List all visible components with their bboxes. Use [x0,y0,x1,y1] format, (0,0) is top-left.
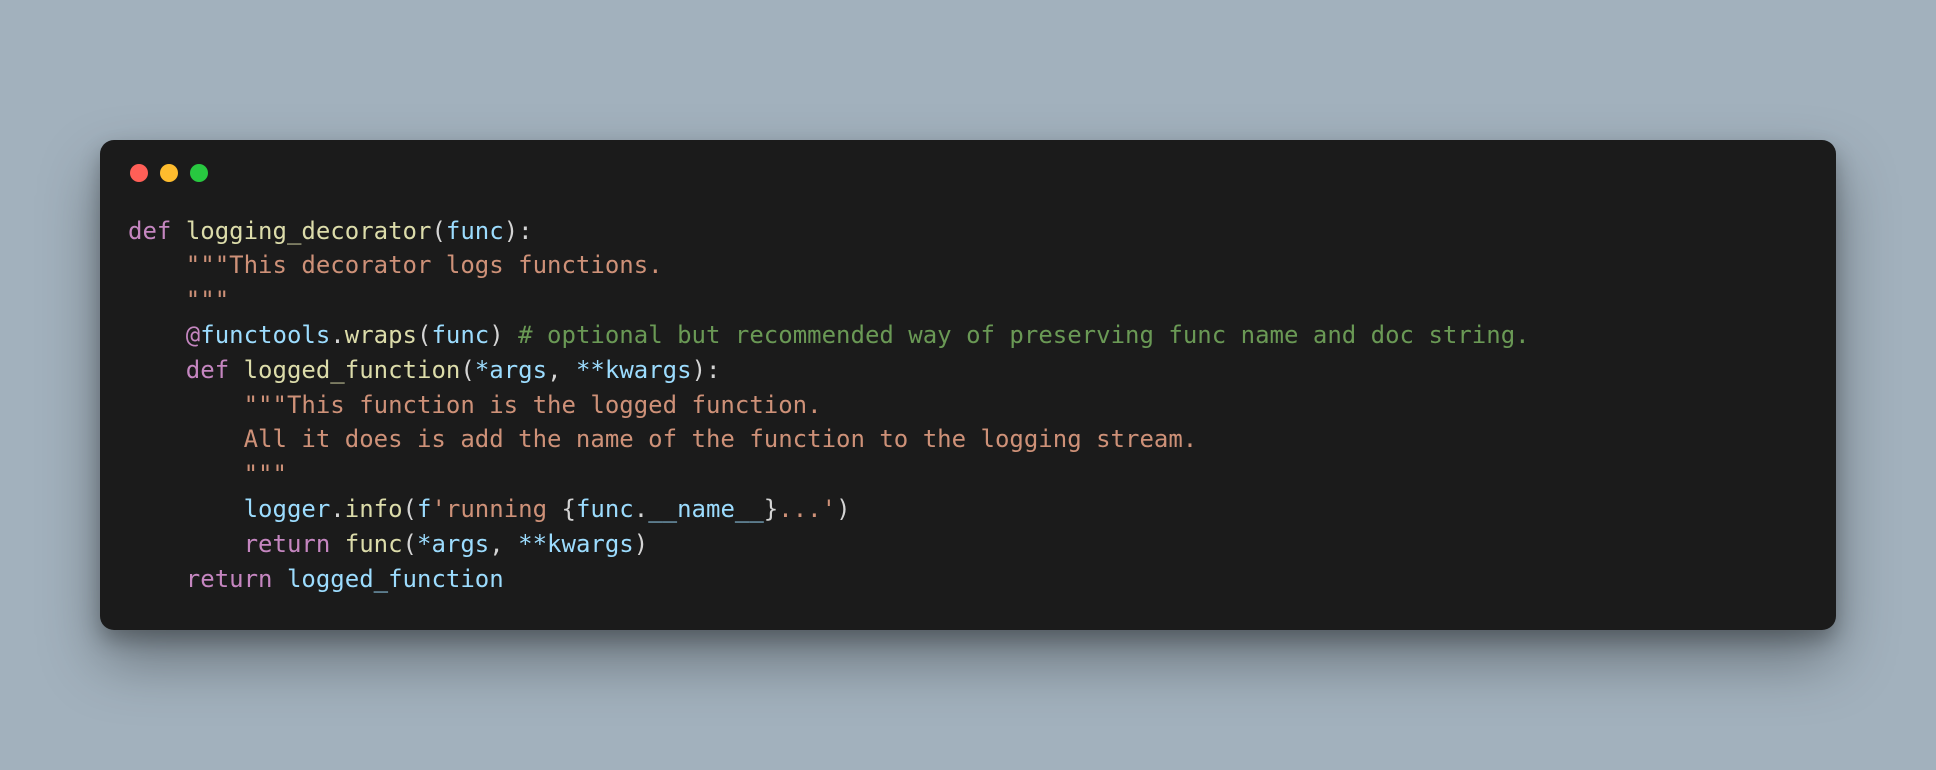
decorator-wraps: wraps [345,321,417,349]
code-line-8: """ [128,460,287,488]
method-info: info [345,495,403,523]
paren-close: ) [634,530,648,558]
paren-open: ( [417,321,431,349]
fstring-expr-attr: __name__ [648,495,764,523]
stage: def logging_decorator(func): """This dec… [0,0,1936,770]
code-line-11: return logged_function [128,565,504,593]
docstring: """This decorator logs functions. [186,251,663,279]
star-args: *args [417,530,489,558]
string-close: ' [822,495,836,523]
fstring-expr-obj: func [576,495,634,523]
string-open: ' [431,495,445,523]
dot: . [330,495,344,523]
code-line-9: logger.info(f'running {func.__name__}...… [128,495,851,523]
star-kwargs: **kwargs [576,356,692,384]
code-line-4: @functools.wraps(func) # optional but re… [128,321,1530,349]
keyword-def: def [186,356,229,384]
comma: , [547,356,576,384]
code-window: def logging_decorator(func): """This dec… [100,140,1836,631]
code-block: def logging_decorator(func): """This dec… [128,214,1808,597]
keyword-return: return [244,530,331,558]
code-line-6: """This function is the logged function. [128,391,822,419]
docstring: All it does is add the name of the funct… [244,425,1198,453]
code-line-3: """ [128,286,229,314]
function-name: logged_function [244,356,461,384]
brace-open: { [562,495,576,523]
paren-close: ) [836,495,850,523]
paren-close-colon: ): [692,356,721,384]
docstring-close: """ [186,286,229,314]
comma: , [489,530,518,558]
star-args: *args [475,356,547,384]
paren-open: ( [403,530,417,558]
f-prefix: f [417,495,431,523]
docstring-close: """ [244,460,287,488]
minimize-icon[interactable] [160,164,178,182]
comment: # optional but recommended way of preser… [518,321,1529,349]
paren-close-colon: ): [504,217,533,245]
paren-close: ) [489,321,503,349]
decorator-at: @ [186,321,200,349]
call-func: func [345,530,403,558]
code-line-7: All it does is add the name of the funct… [128,425,1197,453]
decorator-module: functools [200,321,330,349]
code-line-2: """This decorator logs functions. [128,251,663,279]
code-line-5: def logged_function(*args, **kwargs): [128,356,720,384]
ident-logged-function: logged_function [287,565,504,593]
function-name: logging_decorator [186,217,432,245]
keyword-return: return [186,565,273,593]
paren-open: ( [403,495,417,523]
star-kwargs: **kwargs [518,530,634,558]
docstring: """This function is the logged function. [244,391,822,419]
dot: . [330,321,344,349]
keyword-def: def [128,217,171,245]
dot: . [634,495,648,523]
paren-open: ( [431,217,445,245]
paren-open: ( [460,356,474,384]
decorator-arg: func [431,321,489,349]
code-line-10: return func(*args, **kwargs) [128,530,648,558]
window-titlebar [128,164,1808,182]
close-icon[interactable] [130,164,148,182]
code-line-1: def logging_decorator(func): [128,217,533,245]
brace-close: } [764,495,778,523]
param-func: func [446,217,504,245]
ident-logger: logger [244,495,331,523]
zoom-icon[interactable] [190,164,208,182]
string-part: ... [778,495,821,523]
string-part: running [446,495,562,523]
